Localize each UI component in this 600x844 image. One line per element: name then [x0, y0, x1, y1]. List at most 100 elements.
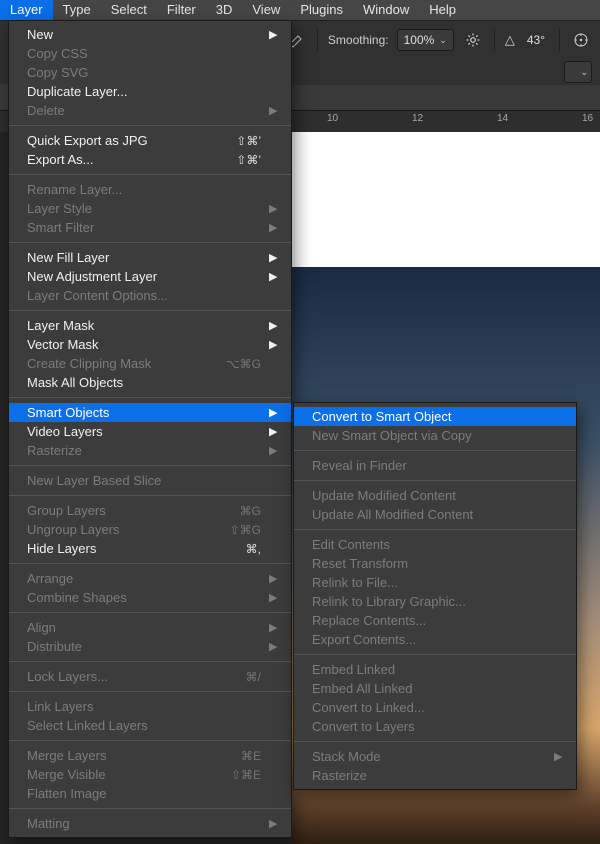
menu-item-label: Video Layers: [27, 424, 261, 439]
layer-menu-lock-layers: Lock Layers...⌘/: [9, 667, 291, 686]
menu-item-label: Relink to File...: [312, 575, 546, 590]
layer-menu-copy-svg: Copy SVG: [9, 63, 291, 82]
submenu-arrow-icon: ▶: [269, 338, 277, 351]
layer-menu-hide-layers[interactable]: Hide Layers⌘,: [9, 539, 291, 558]
layer-menu-merge-visible: Merge Visible⇧⌘E: [9, 765, 291, 784]
submenu-arrow-icon: ▶: [269, 572, 277, 585]
menu-item-label: Group Layers: [27, 503, 220, 518]
layer-menu-align: Align ▶: [9, 618, 291, 637]
menubar-filter[interactable]: Filter: [157, 0, 206, 20]
menu-item-label: Duplicate Layer...: [27, 84, 261, 99]
menu-item-label: Export Contents...: [312, 632, 546, 647]
menubar-select[interactable]: Select: [101, 0, 157, 20]
submenu-arrow-icon: ▶: [269, 591, 277, 604]
menu-item-label: Update Modified Content: [312, 488, 546, 503]
layer-menu-arrange: Arrange▶: [9, 569, 291, 588]
ruler-tick: 12: [412, 113, 423, 124]
layer-menu-new-adjustment-layer[interactable]: New Adjustment Layer▶: [9, 267, 291, 286]
layer-menu-new-layer-based-slice: New Layer Based Slice: [9, 471, 291, 490]
menu-separator: [9, 125, 291, 126]
smart-objects-edit-contents: Edit Contents: [294, 535, 576, 554]
preset-dropdown[interactable]: ⌄: [564, 61, 592, 83]
submenu-arrow-icon: ▶: [269, 817, 277, 830]
smart-objects-submenu: Convert to Smart Object New Smart Object …: [293, 402, 577, 790]
ruler-tick: 14: [497, 113, 508, 124]
menu-item-shortcut: ⇧⌘’: [236, 153, 261, 167]
menu-separator: [9, 691, 291, 692]
layer-menu-new-fill-layer[interactable]: New Fill Layer▶: [9, 248, 291, 267]
layer-menu-create-clipping-mask: Create Clipping Mask ⌥⌘G: [9, 354, 291, 373]
submenu-arrow-icon: ▶: [269, 444, 277, 457]
layer-menu-video-layers[interactable]: Video Layers▶: [9, 422, 291, 441]
smart-objects-stack-mode: Stack Mode▶: [294, 747, 576, 766]
menu-item-label: New Smart Object via Copy: [312, 428, 546, 443]
menubar-type[interactable]: Type: [53, 0, 101, 20]
menu-item-label: Quick Export as JPG: [27, 133, 216, 148]
layer-menu-export-as[interactable]: Export As...⇧⌘’: [9, 150, 291, 169]
menu-separator: [9, 808, 291, 809]
menu-item-shortcut: ⌘,: [246, 542, 261, 556]
gear-icon[interactable]: [462, 29, 484, 51]
menubar-view[interactable]: View: [242, 0, 290, 20]
layer-menu-mask-all-objects[interactable]: Mask All Objects: [9, 373, 291, 392]
smart-objects-embed-all-linked: Embed All Linked: [294, 679, 576, 698]
submenu-arrow-icon: ▶: [269, 251, 277, 264]
smoothing-value[interactable]: 100% ⌄: [397, 29, 454, 51]
menu-item-label: Ungroup Layers: [27, 522, 210, 537]
smart-objects-convert-to-layers: Convert to Layers: [294, 717, 576, 736]
submenu-arrow-icon: ▶: [269, 28, 277, 41]
menu-item-label: Copy CSS: [27, 46, 261, 61]
layer-menu-layer-mask[interactable]: Layer Mask▶: [9, 316, 291, 335]
smart-objects-rasterize: Rasterize: [294, 766, 576, 785]
menubar-3d[interactable]: 3D: [206, 0, 243, 20]
layer-menu-duplicate-layer[interactable]: Duplicate Layer...: [9, 82, 291, 101]
menu-item-label: Rasterize: [312, 768, 546, 783]
submenu-arrow-icon: ▶: [269, 621, 277, 634]
smart-objects-new-smart-object-via-copy: New Smart Object via Copy: [294, 426, 576, 445]
menubar-plugins[interactable]: Plugins: [290, 0, 353, 20]
menu-item-label: Rasterize: [27, 443, 261, 458]
layer-menu-new[interactable]: New ▶: [9, 25, 291, 44]
menu-item-label: Create Clipping Mask: [27, 356, 206, 371]
menu-item-label: Layer Mask: [27, 318, 261, 333]
layer-menu-delete: Delete▶: [9, 101, 291, 120]
layer-menu-quick-export-as-jpg[interactable]: Quick Export as JPG ⇧⌘’: [9, 131, 291, 150]
menu-item-label: New: [27, 27, 261, 42]
menu-item-label: Combine Shapes: [27, 590, 261, 605]
menubar-window[interactable]: Window: [353, 0, 419, 20]
menu-separator: [9, 310, 291, 311]
layer-menu: New ▶ Copy CSS Copy SVG Duplicate Layer... De…: [8, 20, 292, 838]
target-icon[interactable]: [570, 29, 592, 51]
layer-menu-vector-mask[interactable]: Vector Mask ▶: [9, 335, 291, 354]
divider: [559, 29, 560, 51]
menu-item-label: Merge Visible: [27, 767, 211, 782]
menu-item-label: Smart Filter: [27, 220, 261, 235]
menu-item-label: Layer Style: [27, 201, 261, 216]
menu-item-label: Select Linked Layers: [27, 718, 261, 733]
menu-item-label: Align: [27, 620, 261, 635]
layer-menu-group-layers: Group Layers⌘G: [9, 501, 291, 520]
layer-menu-smart-objects[interactable]: Smart Objects▶: [9, 403, 291, 422]
menu-item-label: Vector Mask: [27, 337, 261, 352]
menubar-layer[interactable]: Layer: [0, 0, 53, 20]
layer-menu-distribute: Distribute▶: [9, 637, 291, 656]
divider: [494, 29, 495, 51]
chevron-down-icon: ⌄: [580, 67, 588, 78]
ruler[interactable]: 10 12 14 16: [292, 110, 600, 134]
smart-objects-convert-to-smart-object[interactable]: Convert to Smart Object: [294, 407, 576, 426]
chevron-down-icon: ⌄: [439, 35, 447, 46]
layer-menu-layer-style: Layer Style▶: [9, 199, 291, 218]
menu-item-label: Stack Mode: [312, 749, 546, 764]
menu-item-label: Convert to Layers: [312, 719, 546, 734]
menu-item-label: Delete: [27, 103, 261, 118]
menu-item-label: Convert to Smart Object: [312, 409, 546, 424]
menu-separator: [9, 397, 291, 398]
menu-item-label: Merge Layers: [27, 748, 221, 763]
menu-item-shortcut: ⇧⌘’: [236, 134, 261, 148]
menubar-help[interactable]: Help: [419, 0, 466, 20]
submenu-arrow-icon: ▶: [269, 221, 277, 234]
menu-item-shortcut: ⌥⌘G: [226, 357, 261, 371]
menu-item-label: Smart Objects: [27, 405, 261, 420]
angle-value[interactable]: 43°: [523, 30, 549, 50]
menu-item-label: Flatten Image: [27, 786, 261, 801]
